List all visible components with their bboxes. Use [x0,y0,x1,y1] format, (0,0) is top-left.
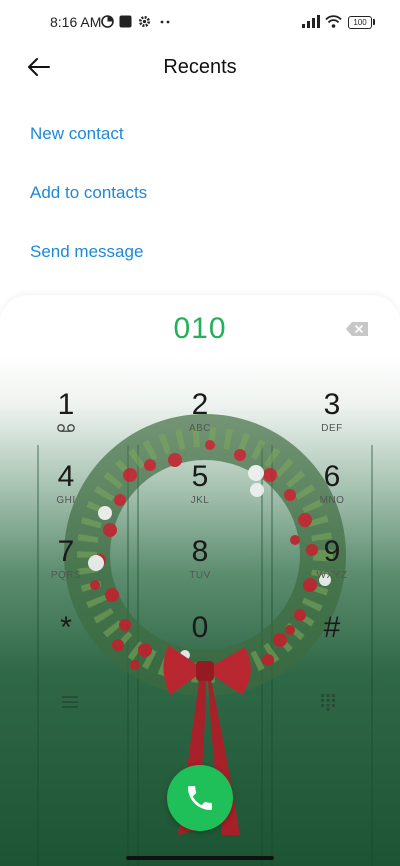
wifi-icon [325,15,342,28]
key-letters: JKL [190,495,210,506]
key-7[interactable]: 7 PQRS [16,536,116,596]
key-6[interactable]: 6 MNO [282,461,382,521]
data-saver-icon [101,15,114,28]
battery-tip [373,19,375,25]
key-digit: 2 [191,388,209,421]
voicemail-icon [57,424,75,432]
key-hash[interactable]: # [282,612,382,672]
key-3[interactable]: 3 DEF [282,389,382,449]
square-notification-icon [119,15,132,28]
more-dots-icon [160,20,170,24]
new-contact-link[interactable]: New contact [30,124,124,144]
key-digit: 1 [57,388,75,421]
status-bar: 8:16 AM 100 [0,0,400,44]
key-letters: TUV [189,570,211,581]
key-digit: 0 [191,611,209,644]
signal-icon [302,15,320,28]
dialer-panel: 010 1 2 ABC 3 DEF 4 GHI 5 JKL 6 MNO 7 PQ… [0,295,400,866]
battery-icon: 100 [348,16,372,29]
battery-level: 100 [353,18,367,27]
key-digit: 3 [323,388,341,421]
key-digit: * [60,611,72,644]
menu-icon[interactable] [60,695,80,709]
home-indicator[interactable] [126,856,274,860]
backspace-icon[interactable] [346,322,368,336]
phone-icon [188,786,212,810]
key-digit: 8 [191,535,209,568]
key-digit: 6 [323,460,341,493]
keypad-icon[interactable] [320,693,336,711]
dialed-number: 010 [173,312,227,345]
key-letters: MNO [319,495,345,506]
key-letters: PQRS [50,570,82,581]
settings-icon [139,16,150,27]
key-letters: DEF [321,423,343,434]
key-4[interactable]: 4 GHI [16,461,116,521]
page-title: Recents [163,56,237,78]
key-2[interactable]: 2 ABC [150,389,250,449]
key-1[interactable]: 1 [16,389,116,449]
key-0[interactable]: 0 [150,612,250,672]
status-time: 8:16 AM [50,14,102,30]
key-letters: ABC [188,423,212,434]
send-message-link[interactable]: Send message [30,242,143,262]
key-digit: 9 [323,535,341,568]
call-button[interactable] [167,765,233,831]
key-digit: 5 [191,460,209,493]
key-digit: 7 [57,535,75,568]
key-9[interactable]: 9 WXYZ [282,536,382,596]
key-digit: 4 [57,460,75,493]
add-to-contacts-link[interactable]: Add to contacts [30,183,147,203]
key-letters: GHI [56,495,76,506]
key-digit: # [323,611,341,644]
key-letters: WXYZ [316,570,348,581]
header: Recents [0,44,400,92]
key-5[interactable]: 5 JKL [150,461,250,521]
key-8[interactable]: 8 TUV [150,536,250,596]
key-star[interactable]: * [16,612,116,672]
